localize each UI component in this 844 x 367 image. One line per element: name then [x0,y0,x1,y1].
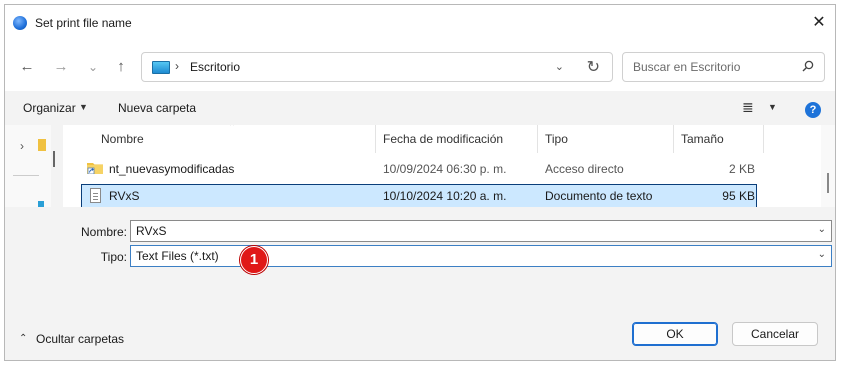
column-header-size[interactable]: Tamaño [681,125,724,153]
address-bar[interactable]: › Escritorio ⌄ ↻ [141,52,613,82]
pane-splitter-grip[interactable] [53,151,55,167]
search-input[interactable] [631,59,795,75]
file-name-value[interactable]: RVxS [136,224,166,238]
file-list: ⌃ Nombre Fecha de modificación Tipo Tama… [63,125,821,207]
address-dropdown-icon[interactable]: ⌄ [555,60,564,73]
pane-divider [13,175,39,176]
expand-chevron-icon[interactable]: › [20,139,24,153]
vertical-scrollbar[interactable] [821,125,835,207]
close-button[interactable]: ✕ [805,9,833,37]
file-modified: 10/10/2024 10:20 a. m. [383,189,507,203]
refresh-icon[interactable]: ↻ [587,57,600,77]
new-folder-button[interactable]: Nueva carpeta [118,101,196,115]
sort-ascending-icon: ⌃ [228,125,237,133]
save-form: Nombre: RVxS ⌄ Tipo: Text Files (*.txt) … [5,207,835,307]
file-name-field[interactable]: RVxS ⌄ [130,220,832,242]
forward-arrow-icon[interactable]: → [51,57,71,77]
search-icon[interactable] [802,60,814,72]
globe-app-icon [13,16,27,30]
ok-button[interactable]: OK [632,322,718,346]
file-name: nt_nuevasymodificadas [109,162,235,176]
recent-locations-chevron-icon[interactable]: ⌄ [83,57,103,77]
view-options-caret-icon[interactable]: ▼ [768,102,777,112]
hide-folders-caret-icon[interactable]: ⌃ [19,333,27,344]
cancel-button[interactable]: Cancelar [732,322,818,346]
view-options-icon[interactable]: ≣ [742,99,754,116]
annotation-badge: 1 [240,246,268,274]
file-size: 2 KB [728,162,755,176]
column-divider[interactable] [537,125,538,153]
navigation-pane: › [5,125,51,207]
help-icon[interactable]: ? [805,102,821,118]
file-type: Acceso directo [545,162,624,176]
file-type-select[interactable]: Text Files (*.txt) ⌄ [130,245,832,267]
organize-menu-button[interactable]: Organizar [23,101,76,115]
save-dialog-window: Set print file name ✕ ← → ⌄ ↑ › Escritor… [4,4,836,361]
file-modified: 10/09/2024 06:30 p. m. [383,162,507,176]
file-name-dropdown-icon[interactable]: ⌄ [818,224,826,235]
file-row[interactable]: nt_nuevasymodificadas 10/09/2024 06:30 p… [81,157,757,181]
text-file-icon [90,188,101,203]
column-divider[interactable] [375,125,376,153]
organize-caret-icon[interactable]: ▼ [79,102,88,112]
navigation-bar: ← → ⌄ ↑ › Escritorio ⌄ ↻ [5,41,835,91]
command-toolbar: Organizar ▼ Nueva carpeta ≣ ▼ ? [5,91,835,125]
breadcrumb-separator-icon: › [175,59,179,73]
file-type-dropdown-icon[interactable]: ⌄ [818,249,826,260]
desktop-icon [152,61,170,74]
column-header-name[interactable]: Nombre [101,125,144,153]
file-type-label: Tipo: [100,250,127,264]
file-size: 95 KB [722,189,755,203]
column-header-modified[interactable]: Fecha de modificación [383,125,503,153]
scrollbar-thumb[interactable] [827,173,829,193]
file-name: RVxS [109,189,140,203]
quick-access-folder-icon[interactable] [38,139,46,151]
file-name-label: Nombre: [80,225,127,239]
hide-folders-button[interactable]: Ocultar carpetas [36,332,124,346]
search-box[interactable] [622,52,825,82]
up-arrow-icon[interactable]: ↑ [111,57,131,77]
column-header-type[interactable]: Tipo [545,125,568,153]
breadcrumb-location[interactable]: Escritorio [190,60,240,74]
file-type-value[interactable]: Text Files (*.txt) [136,249,219,263]
back-arrow-icon[interactable]: ← [17,57,37,77]
file-type: Documento de texto [545,189,653,203]
column-divider[interactable] [763,125,764,153]
dialog-footer: ⌃ Ocultar carpetas OK Cancelar [5,307,835,360]
column-divider[interactable] [673,125,674,153]
window-title: Set print file name [35,16,132,30]
file-row-selected[interactable]: RVxS 10/10/2024 10:20 a. m. Documento de… [81,184,757,207]
title-bar: Set print file name ✕ [5,5,835,41]
folder-shortcut-icon [87,163,103,174]
